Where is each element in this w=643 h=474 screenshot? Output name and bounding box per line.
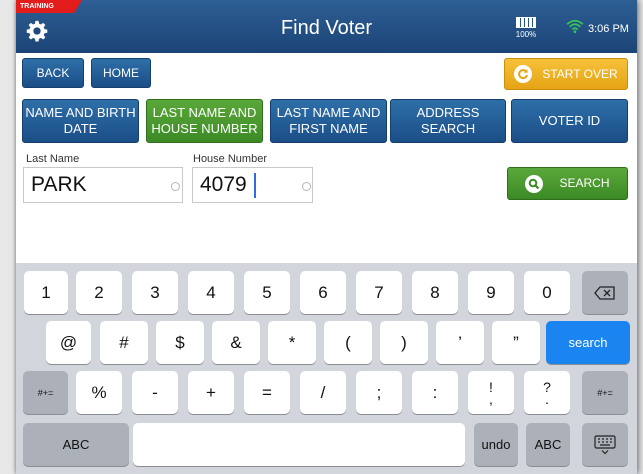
key-8[interactable]: 8: [412, 271, 458, 314]
search-icon: [525, 174, 544, 193]
clear-icon[interactable]: [171, 182, 180, 191]
refresh-icon: [514, 65, 533, 83]
home-button[interactable]: HOME: [91, 58, 151, 88]
key-at[interactable]: @: [46, 321, 91, 364]
battery-icon: [516, 17, 536, 28]
wifi-icon: [566, 19, 584, 33]
last-name-label: Last Name: [26, 153, 80, 165]
key-apostrophe[interactable]: ’: [436, 321, 484, 364]
back-button[interactable]: BACK: [22, 58, 84, 88]
battery-percent: 100%: [515, 30, 537, 39]
page-title: Find Voter: [280, 17, 373, 39]
hide-keyboard-key[interactable]: [582, 423, 628, 466]
app-header: TRAINING Find Voter 100% 3:06 PM: [16, 0, 637, 53]
key-3[interactable]: 3: [132, 271, 178, 314]
key-comma: ,: [489, 390, 493, 407]
search-key[interactable]: search: [546, 321, 630, 364]
key-symbols-left[interactable]: #+=: [23, 371, 68, 414]
key-abc-left[interactable]: ABC: [23, 423, 129, 466]
key-open-paren[interactable]: (: [324, 321, 372, 364]
key-hash[interactable]: #: [100, 321, 148, 364]
start-over-button[interactable]: START OVER: [504, 58, 628, 90]
space-key[interactable]: [133, 423, 465, 466]
key-0[interactable]: 0: [524, 271, 570, 314]
key-2[interactable]: 2: [76, 271, 122, 314]
key-9[interactable]: 9: [468, 271, 514, 314]
tab-last-name-house-number[interactable]: LAST NAME AND HOUSE NUMBER: [146, 99, 263, 143]
key-colon[interactable]: :: [412, 371, 458, 414]
key-6[interactable]: 6: [300, 271, 346, 314]
house-number-input[interactable]: [200, 171, 280, 199]
keyboard-dismiss-icon: [594, 434, 616, 454]
backspace-key[interactable]: [582, 271, 628, 314]
tab-name-birth-date[interactable]: NAME AND BIRTH DATE: [22, 99, 139, 143]
undo-key[interactable]: undo: [474, 423, 518, 466]
key-period: .: [545, 390, 549, 407]
tab-last-name-first-name[interactable]: LAST NAME AND FIRST NAME: [270, 99, 387, 143]
last-name-field[interactable]: [23, 167, 183, 203]
key-1[interactable]: 1: [24, 271, 68, 314]
search-button[interactable]: SEARCH: [507, 167, 628, 200]
key-close-paren[interactable]: ): [380, 321, 428, 364]
house-number-field[interactable]: [192, 167, 313, 203]
key-dollar[interactable]: $: [156, 321, 204, 364]
battery-indicator: 100%: [514, 17, 538, 39]
tab-voter-id[interactable]: VOTER ID: [511, 99, 628, 143]
key-percent[interactable]: %: [76, 371, 122, 414]
text-cursor: [254, 173, 256, 198]
key-plus[interactable]: +: [188, 371, 234, 414]
key-question-period[interactable]: ? .: [524, 371, 570, 414]
status-time: 3:06 PM: [588, 23, 629, 35]
training-badge: TRAINING: [16, 0, 82, 13]
key-equals[interactable]: =: [244, 371, 290, 414]
key-ampersand[interactable]: &: [212, 321, 260, 364]
backspace-icon: [594, 285, 615, 300]
key-semicolon[interactable]: ;: [356, 371, 402, 414]
key-4[interactable]: 4: [188, 271, 234, 314]
search-label: SEARCH: [559, 176, 610, 190]
start-over-label: START OVER: [542, 66, 618, 81]
key-symbols-right[interactable]: #+=: [582, 371, 628, 414]
tab-address-search[interactable]: ADDRESS SEARCH: [390, 99, 506, 143]
key-minus[interactable]: -: [132, 371, 178, 414]
house-number-label: House Number: [193, 153, 267, 165]
key-7[interactable]: 7: [356, 271, 402, 314]
key-asterisk[interactable]: *: [268, 321, 316, 364]
on-screen-keyboard: 1 2 3 4 5 6 7 8 9 0 @ # $ & * ( ) ’ ” se…: [16, 263, 637, 474]
app-screen: TRAINING Find Voter 100% 3:06 PM BACK HO…: [16, 0, 637, 474]
key-exclaim-comma[interactable]: ! ,: [468, 371, 514, 414]
clear-icon[interactable]: [302, 182, 311, 191]
key-5[interactable]: 5: [244, 271, 290, 314]
key-slash[interactable]: /: [300, 371, 346, 414]
last-name-input[interactable]: [31, 171, 161, 199]
key-abc-right[interactable]: ABC: [526, 423, 570, 466]
key-quote[interactable]: ”: [492, 321, 540, 364]
